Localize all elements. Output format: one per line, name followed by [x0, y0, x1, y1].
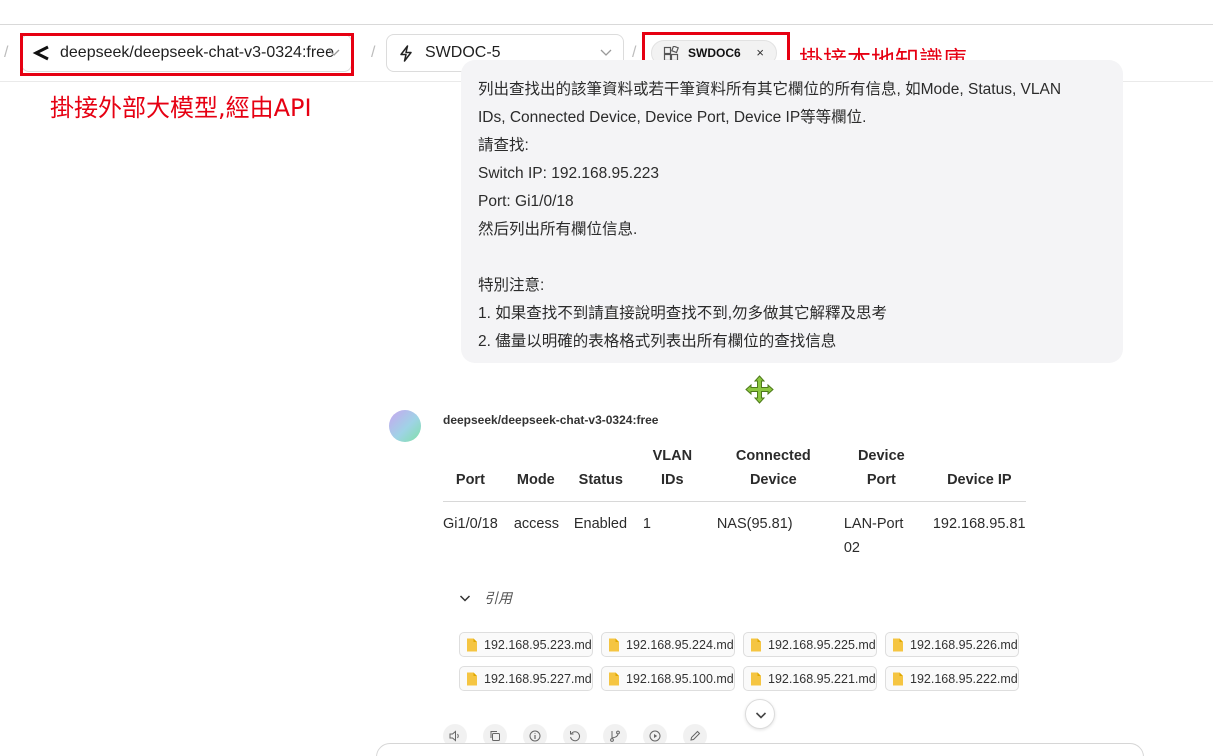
file-icon	[751, 638, 761, 652]
reference-file-name: 192.168.95.226.md	[910, 637, 1018, 652]
table-header-device-ip: Device IP	[932, 444, 1026, 502]
user-message-blank-line	[478, 244, 1107, 272]
move-cursor-icon	[745, 375, 774, 404]
reference-file-name: 192.168.95.223.md	[484, 637, 592, 652]
table-row: Gi1/0/18 access Enabled 1 NAS(95.81) LAN…	[443, 502, 1026, 561]
table-cell-port: Gi1/0/18	[443, 516, 498, 532]
table-header-mode: Mode	[497, 444, 574, 502]
top-divider	[0, 24, 1213, 25]
references-toggle[interactable]: 引用	[458, 588, 512, 608]
chevron-down-icon	[459, 595, 471, 602]
result-table: Port Mode Status VLAN IDs Connected Device…	[443, 444, 1026, 560]
reference-file-chip[interactable]: 192.168.95.223.md	[459, 632, 593, 657]
references-label: 引用	[484, 590, 512, 606]
regenerate-icon	[570, 731, 580, 742]
reference-file-chip[interactable]: 192.168.95.224.md	[601, 632, 735, 657]
breadcrumb-separator: /	[371, 44, 376, 61]
close-icon[interactable]: ×	[756, 45, 764, 60]
info-icon	[529, 730, 541, 742]
user-message-line: 列出查找出的該筆資料或若干筆資料所有其它欄位的所有信息, 如Mode, Stat…	[478, 81, 1062, 98]
reference-file-chip[interactable]: 192.168.95.227.md	[459, 666, 593, 691]
table-header-device-port: Device Port	[829, 444, 933, 502]
assistant-avatar	[389, 410, 421, 442]
model-selector-value: deepseek/deepseek-chat-v3-0324:free	[60, 44, 334, 61]
user-message-bubble: 列出查找出的該筆資料或若干筆資料所有其它欄位的所有信息, 如Mode, Stat…	[461, 60, 1123, 363]
file-icon	[467, 638, 477, 652]
knowledge-tag-label: SWDOC6	[688, 46, 741, 60]
chevron-down-icon	[328, 49, 340, 56]
table-header-row: Port Mode Status VLAN IDs Connected Device…	[443, 444, 1026, 502]
breadcrumb-separator: /	[4, 44, 9, 61]
lightning-icon	[400, 45, 412, 62]
scroll-to-bottom-button[interactable]	[745, 699, 775, 729]
assistant-model-name: deepseek/deepseek-chat-v3-0324:free	[443, 413, 659, 427]
table-cell-connected-device: NAS(95.81)	[716, 516, 793, 532]
table-header-connected-device: Connected Device	[716, 444, 830, 502]
user-message-line: IDs, Connected Device, Device Port, Devi…	[478, 109, 867, 126]
file-icon	[609, 638, 619, 652]
table-header-vlan-ids: VLAN IDs	[627, 444, 717, 502]
table-cell-status: Enabled	[573, 516, 628, 532]
user-message-line: Port: Gi1/0/18	[478, 193, 574, 210]
table-header-port: Port	[443, 444, 498, 502]
reference-file-name: 192.168.95.227.md	[484, 671, 592, 686]
user-message-line: 特別注意:	[478, 277, 545, 294]
edit-icon	[690, 730, 701, 741]
user-message-line: 1. 如果查找不到請直接說明查找不到,勿多做其它解釋及思考	[478, 305, 888, 322]
reference-file-name: 192.168.95.224.md	[626, 637, 734, 652]
reference-file-chip[interactable]: 192.168.95.222.md	[885, 666, 1019, 691]
user-message-line: Switch IP: 192.168.95.223	[478, 165, 659, 182]
file-icon	[609, 672, 619, 686]
reference-file-chip[interactable]: 192.168.95.100.md	[601, 666, 735, 691]
chevron-down-icon	[755, 712, 767, 719]
model-selector[interactable]: deepseek/deepseek-chat-v3-0324:free	[21, 34, 352, 72]
table-cell-device-ip: 192.168.95.81	[932, 516, 1026, 532]
table-cell-mode: access	[513, 516, 559, 532]
model-annotation: 掛接外部大模型,經由API	[50, 94, 312, 122]
branch-icon	[610, 730, 620, 742]
model-logo-icon	[32, 45, 49, 61]
reference-file-chip[interactable]: 192.168.95.226.md	[885, 632, 1019, 657]
reference-file-name: 192.168.95.222.md	[910, 671, 1018, 686]
file-icon	[893, 638, 903, 652]
reference-file-chip[interactable]: 192.168.95.225.md	[743, 632, 877, 657]
reference-file-name: 192.168.95.221.md	[768, 671, 876, 686]
reference-file-chip[interactable]: 192.168.95.221.md	[743, 666, 877, 691]
file-icon	[467, 672, 477, 686]
copy-icon	[490, 731, 500, 741]
chevron-down-icon	[600, 49, 612, 56]
reference-file-name: 192.168.95.100.md	[626, 671, 734, 686]
file-icon	[893, 672, 903, 686]
speaker-icon	[449, 730, 459, 742]
file-icon	[751, 672, 761, 686]
message-composer[interactable]	[376, 743, 1144, 756]
user-message-line: 2. 儘量以明確的表格格式列表出所有欄位的查找信息	[478, 333, 837, 350]
table-cell-device-port: LAN-Port 02	[843, 516, 904, 556]
reference-file-name: 192.168.95.225.md	[768, 637, 876, 652]
user-message-line: 請查找:	[478, 137, 529, 154]
table-cell-vlan-ids: 1	[642, 516, 651, 532]
user-message-line: 然后列出所有欄位信息.	[478, 221, 638, 238]
play-icon	[649, 730, 661, 742]
table-header-status: Status	[573, 444, 628, 502]
